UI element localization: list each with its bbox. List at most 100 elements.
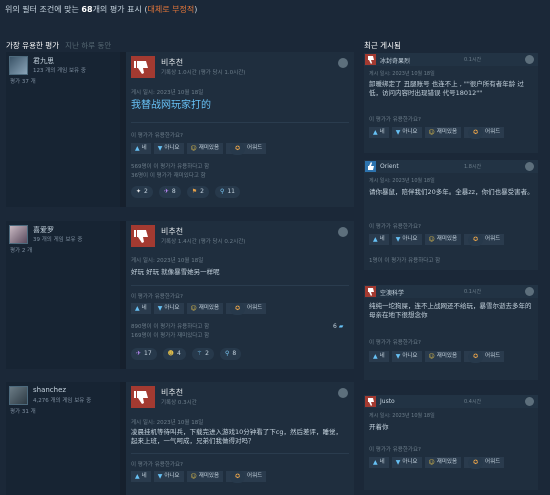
- playtime: 0.1시간: [464, 57, 482, 63]
- summary-suffix: ): [194, 5, 198, 14]
- avatar[interactable]: [9, 386, 28, 405]
- funny-count: 169명이 이 평가가 재미있다고 함: [131, 332, 210, 339]
- award-badge[interactable]: ✈ 8: [158, 186, 181, 198]
- review-body: 비추천 기록상 1.4시간 (평가 당시 0.2시간) 게시 일시: 2023년…: [126, 221, 354, 369]
- playtime: 0.1시간: [464, 289, 482, 295]
- award-list: ✈ 17 ☻ 4 ⚚ 2 ⚲ 8: [131, 348, 242, 360]
- award-badge[interactable]: ⚲ 8: [219, 348, 242, 360]
- award-badge[interactable]: ⚲ 11: [214, 186, 240, 198]
- vote-yes-button[interactable]: ▲ 네: [369, 127, 389, 138]
- author-review-count: 평가 2 개: [10, 248, 33, 254]
- vote-no-button[interactable]: ▼ 아니요: [391, 127, 422, 138]
- recent-header: 최근 게시됨: [364, 41, 401, 50]
- vote-no-button[interactable]: ▼ 아니요: [153, 143, 184, 154]
- vote-funny-button[interactable]: ☺ 재미있음: [186, 303, 224, 314]
- vote-buttons: ▲ 네 ▼ 아니요 ☺ 재미있음 ✪ 어워드: [369, 350, 505, 363]
- review-count: 68: [81, 5, 93, 14]
- review-stats: 890명이 이 평가가 유용하다고 함 169명이 이 평가가 재미있다고 함: [131, 323, 209, 340]
- vote-no-button[interactable]: ▼ 아니요: [391, 351, 422, 362]
- award-button[interactable]: ✪ 어워드: [464, 350, 505, 363]
- thumbs-down-icon: ▼: [157, 145, 163, 152]
- vote-funny-button[interactable]: ☺ 재미있음: [186, 471, 224, 482]
- award-button[interactable]: ✪ 어워드: [226, 142, 267, 155]
- author-name[interactable]: Orient: [380, 163, 399, 170]
- award-button[interactable]: ✪ 어워드: [464, 233, 505, 246]
- vote-funny-label: 재미있음: [198, 473, 220, 479]
- steam-icon: [525, 287, 534, 296]
- vote-yes-label: 네: [141, 145, 147, 151]
- vote-no-label: 아니요: [402, 353, 418, 359]
- recent-review-header[interactable]: 冰封奇果烈 0.1시간: [364, 53, 538, 66]
- award-badge[interactable]: ⚑ 2: [186, 186, 209, 198]
- author-review-count: 평가 31 개: [10, 409, 36, 415]
- award-icon: ⚲: [219, 188, 225, 195]
- smiley-icon: ☺: [428, 353, 435, 360]
- vote-no-button[interactable]: ▼ 아니요: [153, 303, 184, 314]
- sentiment-label[interactable]: 대체로 부정적: [147, 5, 194, 14]
- vote-yes-label: 네: [379, 459, 385, 465]
- award-badge[interactable]: ✦ 2: [131, 186, 153, 198]
- author-games: 4,276 개의 게임 보유 중: [33, 398, 92, 404]
- thumbs-down-icon: ▼: [395, 236, 401, 243]
- award-button[interactable]: ✪ 어워드: [226, 302, 267, 315]
- time-filter-label[interactable]: 지난 하루 동안: [65, 41, 111, 50]
- recent-review-header[interactable]: Orient 1.8시간: [364, 160, 538, 173]
- vote-funny-button[interactable]: ☺ 재미있음: [424, 457, 462, 468]
- author-name[interactable]: 喜爱罗: [33, 225, 54, 235]
- divider: [131, 453, 349, 454]
- author-name[interactable]: 空澳科学: [380, 288, 404, 297]
- vote-yes-button[interactable]: ▲ 네: [131, 303, 151, 314]
- steam-icon: [525, 397, 534, 406]
- comment-count[interactable]: 6 ▰: [333, 323, 343, 330]
- award-badge[interactable]: ⚚ 2: [191, 348, 214, 360]
- avatar[interactable]: [9, 56, 28, 75]
- recent-review-card: 冰封奇果烈 0.1시간 게시 일시: 2023년 10월 18일 卸暖绑定了 丑…: [364, 53, 538, 153]
- vote-funny-label: 재미있음: [436, 129, 458, 135]
- helpful-question: 이 평가가 유용한가요?: [369, 224, 421, 230]
- vote-buttons: ▲ 네 ▼ 아니요 ☺ 재미있음 ✪ 어워드: [131, 470, 267, 483]
- award-list: ✦ 2 ✈ 8 ⚑ 2 ⚲ 11: [131, 186, 240, 198]
- most-helpful-title: 가장 유용한 평가: [6, 41, 60, 50]
- divider: [131, 122, 349, 123]
- posted-date: 게시 일시: 2023년 10월 18일: [369, 178, 435, 184]
- vote-yes-button[interactable]: ▲ 네: [369, 457, 389, 468]
- vote-yes-button[interactable]: ▲ 네: [131, 471, 151, 482]
- award-button[interactable]: ✪ 어워드: [226, 470, 267, 483]
- vote-yes-button[interactable]: ▲ 네: [369, 351, 389, 362]
- vote-funny-label: 재미있음: [436, 353, 458, 359]
- vote-no-button[interactable]: ▼ 아니요: [391, 234, 422, 245]
- vote-funny-button[interactable]: ☺ 재미있음: [186, 143, 224, 154]
- review-author[interactable]: 君九思 123 개의 게임 보유 중 평가 37 개: [6, 52, 120, 207]
- review-author[interactable]: shanchez 4,276 개의 게임 보유 중 평가 31 개: [6, 382, 120, 495]
- vote-funny-label: 재미있음: [436, 236, 458, 242]
- vote-no-button[interactable]: ▼ 아니요: [153, 471, 184, 482]
- vote-funny-button[interactable]: ☺ 재미있음: [424, 351, 462, 362]
- recent-review-header[interactable]: 空澳科学 0.1시간: [364, 285, 538, 298]
- award-label: 어워드: [485, 129, 501, 135]
- review-author[interactable]: 喜爱罗 39 개의 게임 보유 중 평가 2 개: [6, 221, 120, 369]
- thumbs-up-icon: ▲: [135, 473, 140, 480]
- vote-no-label: 아니요: [402, 459, 418, 465]
- author-name[interactable]: 君九思: [33, 56, 54, 66]
- helpful-count: 569명이 이 평가가 유용하다고 함: [131, 164, 210, 170]
- vote-funny-button[interactable]: ☺ 재미있음: [424, 127, 462, 138]
- award-label: 어워드: [247, 305, 263, 311]
- award-badge[interactable]: ✈ 17: [131, 348, 157, 360]
- vote-yes-button[interactable]: ▲ 네: [369, 234, 389, 245]
- award-button[interactable]: ✪ 어워드: [464, 126, 505, 139]
- thumbs-down-icon: [365, 54, 376, 65]
- recent-review-header[interactable]: Justo 0.4시간: [364, 395, 538, 408]
- award-button[interactable]: ✪ 어워드: [464, 456, 505, 469]
- avatar[interactable]: [9, 225, 28, 244]
- vote-no-button[interactable]: ▼ 아니요: [391, 457, 422, 468]
- award-icon: ✪: [468, 350, 484, 363]
- award-count: 2: [144, 188, 148, 195]
- award-badge[interactable]: ☻ 4: [162, 348, 186, 360]
- vote-funny-button[interactable]: ☺ 재미있음: [424, 234, 462, 245]
- author-name[interactable]: 冰封奇果烈: [380, 56, 410, 65]
- author-name[interactable]: shanchez: [33, 386, 66, 394]
- vote-yes-button[interactable]: ▲ 네: [131, 143, 151, 154]
- summary-prefix: 위의 필터 조건에 맞는: [5, 5, 82, 14]
- author-name[interactable]: Justo: [380, 398, 395, 405]
- award-count: 17: [144, 350, 152, 357]
